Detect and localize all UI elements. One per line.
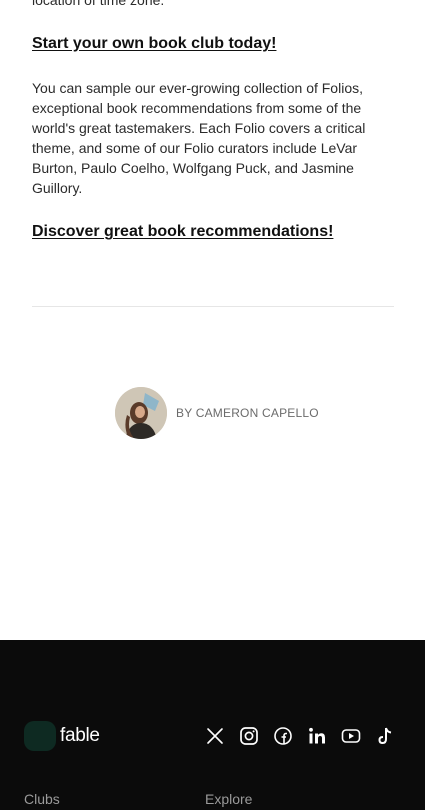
- instagram-icon[interactable]: [239, 726, 259, 746]
- truncated-paragraph: location of time zone.: [32, 0, 165, 8]
- linkedin-icon[interactable]: [307, 726, 327, 746]
- folios-paragraph: You can sample our ever-growing collecti…: [32, 80, 366, 196]
- fable-logo[interactable]: fable: [24, 721, 100, 751]
- logo-mark-icon: [24, 721, 56, 751]
- logo-text: fable: [60, 725, 100, 746]
- social-links: [205, 726, 395, 746]
- author-name: BY CAMERON CAPELLO: [176, 406, 319, 420]
- author-avatar: [115, 387, 167, 439]
- tiktok-icon[interactable]: [375, 726, 395, 746]
- facebook-icon[interactable]: [273, 726, 293, 746]
- footer-link-explore[interactable]: Explore: [205, 791, 252, 807]
- start-book-club-link[interactable]: Start your own book club today!: [32, 35, 276, 53]
- divider: [32, 306, 394, 307]
- author-byline[interactable]: BY CAMERON CAPELLO: [115, 387, 319, 439]
- youtube-icon[interactable]: [341, 726, 361, 746]
- discover-recommendations-link[interactable]: Discover great book recommendations!: [32, 223, 333, 241]
- x-icon[interactable]: [205, 726, 225, 746]
- site-footer: fable Clubs Explore: [0, 640, 425, 810]
- footer-link-clubs[interactable]: Clubs: [24, 791, 60, 807]
